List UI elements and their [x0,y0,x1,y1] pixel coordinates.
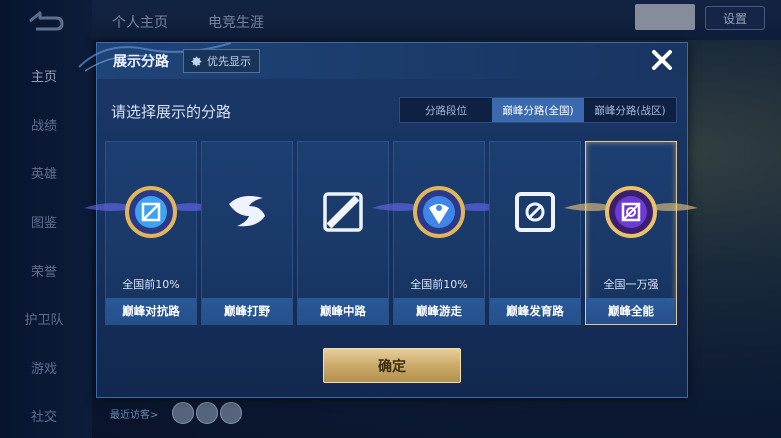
clash-lane-emblem-icon [125,186,177,238]
dialog-title: 展示分路 [113,54,169,70]
jungle-emblem-icon [229,196,265,227]
lane-card-jungle[interactable]: 巅峰打野 [201,141,293,325]
recent-visitors-label[interactable]: 最近访客> [110,406,158,421]
select-lane-dialog: 展示分路 优先显示 请选择展示的分路 分路段位 巅峰分路(全国) 巅峰分路(战区… [78,42,698,398]
farm-lane-emblem-icon [515,192,555,232]
roam-emblem-icon [413,186,465,238]
visitor-avatar[interactable] [196,402,218,424]
close-icon[interactable] [647,45,677,75]
lane-name: 巅峰中路 [298,298,388,324]
lane-category-tabs: 分路段位 巅峰分路(全国) 巅峰分路(战区) [399,97,677,123]
lane-name: 巅峰打野 [202,298,292,324]
visitor-avatar[interactable] [172,402,194,424]
lane-name: 巅峰发育路 [490,298,580,324]
confirm-button[interactable]: 确定 [323,348,461,383]
gear-icon [191,56,202,66]
rank-label: 全国前10% [410,278,468,291]
lane-card-clash[interactable]: 全国前10% 巅峰对抗路 [84,141,218,325]
priority-display-label: 优先显示 [207,55,251,68]
tab-peak-lane-national[interactable]: 巅峰分路(全国) [492,98,584,122]
all-round-emblem-icon [605,186,657,238]
visitor-avatar[interactable] [220,402,242,424]
lane-name: 巅峰全能 [586,298,676,324]
dialog-subtitle: 请选择展示的分路 [111,103,232,121]
tab-peak-lane-region[interactable]: 巅峰分路(战区) [584,98,676,122]
lane-name: 巅峰对抗路 [106,298,196,324]
lane-card-roam[interactable]: 全国前10% 巅峰游走 [372,141,506,325]
lane-card-all-round[interactable]: 全国一万强 巅峰全能 [564,141,698,325]
rank-label: 全国前10% [122,278,180,291]
rank-label: 全国一万强 [603,278,659,291]
lane-name: 巅峰游走 [394,298,484,324]
priority-display-button[interactable]: 优先显示 [183,49,260,73]
mid-lane-emblem-icon [323,192,363,232]
tab-lane-rank[interactable]: 分路段位 [400,98,492,122]
